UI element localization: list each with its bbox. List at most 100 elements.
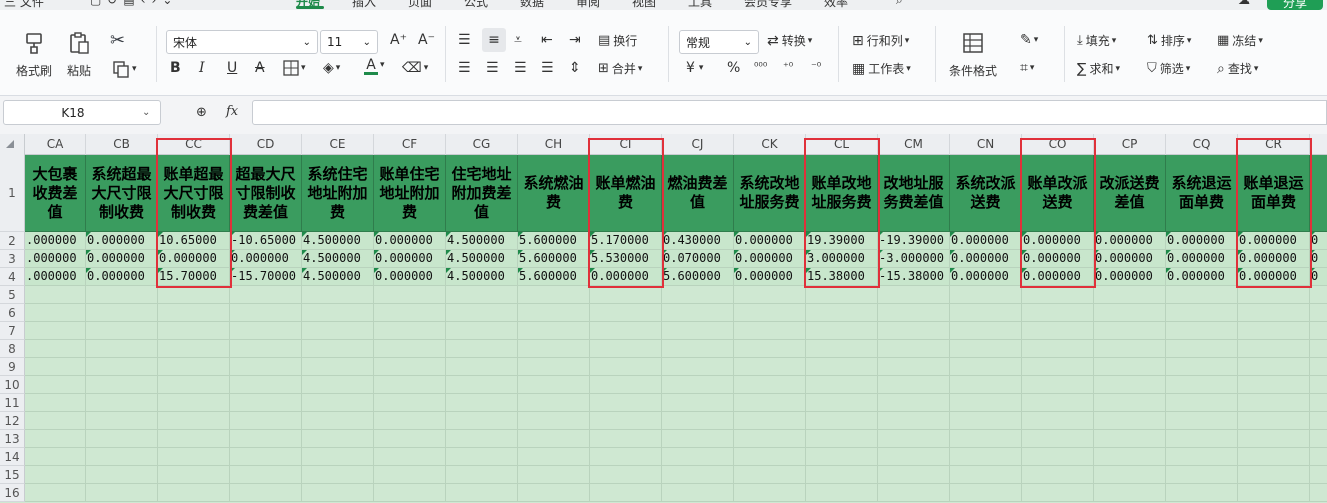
empty-cell[interactable] — [302, 358, 374, 376]
column-header-cl[interactable]: CL — [806, 134, 878, 155]
empty-cell[interactable] — [806, 484, 878, 502]
empty-cell[interactable] — [1166, 358, 1238, 376]
empty-cell[interactable] — [1094, 394, 1166, 412]
column-header-cp[interactable]: CP — [1094, 134, 1166, 155]
number-format-select[interactable]: 常规 ⌄ — [679, 30, 759, 54]
empty-cell[interactable] — [1094, 430, 1166, 448]
empty-cell[interactable] — [446, 466, 518, 484]
header-cell-ck[interactable]: 系统改地址服务费 — [734, 155, 806, 232]
data-cell[interactable]: 0.000000 — [1094, 250, 1166, 268]
empty-cell[interactable] — [950, 376, 1022, 394]
empty-cell[interactable] — [1310, 412, 1327, 430]
column-header-cs[interactable]: CS — [1310, 134, 1327, 155]
data-cell[interactable]: 0.000000 — [1238, 232, 1310, 250]
empty-cell[interactable] — [374, 430, 446, 448]
empty-cell[interactable] — [1166, 340, 1238, 358]
header-cell-cs[interactable] — [1310, 155, 1327, 232]
empty-cell[interactable] — [374, 466, 446, 484]
empty-cell[interactable] — [1166, 412, 1238, 430]
data-cell[interactable]: .000000 — [25, 268, 86, 286]
name-box[interactable]: K18 ⌄ — [3, 100, 161, 125]
empty-cell[interactable] — [806, 340, 878, 358]
data-cell[interactable]: 0.430000 — [662, 232, 734, 250]
empty-cell[interactable] — [590, 376, 662, 394]
find-button[interactable]: ⌕ 查找 ▾ — [1217, 60, 1258, 77]
header-cell-cd[interactable]: 超最大尺寸限制收费差值 — [230, 155, 302, 232]
empty-cell[interactable] — [302, 394, 374, 412]
empty-cell[interactable] — [446, 304, 518, 322]
cut-button[interactable]: ✂ — [110, 30, 125, 51]
empty-cell[interactable] — [1094, 466, 1166, 484]
data-cell[interactable]: 0.000000 — [734, 268, 806, 286]
rows-cols-button[interactable]: ⊞ 行和列 ▾ — [852, 32, 909, 49]
empty-cell[interactable] — [1238, 412, 1310, 430]
row-header-13[interactable]: 13 — [0, 430, 25, 448]
conditional-format-button[interactable]: 条件格式 — [949, 30, 997, 79]
column-header-ca[interactable]: CA — [25, 134, 86, 155]
empty-cell[interactable] — [446, 322, 518, 340]
empty-cell[interactable] — [25, 304, 86, 322]
empty-cell[interactable] — [950, 322, 1022, 340]
empty-cell[interactable] — [86, 430, 158, 448]
empty-cell[interactable] — [1022, 466, 1094, 484]
row-header-12[interactable]: 12 — [0, 412, 25, 430]
empty-cell[interactable] — [590, 484, 662, 502]
align-right-button[interactable]: ☰ — [514, 60, 527, 76]
empty-cell[interactable] — [662, 394, 734, 412]
empty-cell[interactable] — [1310, 466, 1327, 484]
thousands-button[interactable]: ⁰⁰⁰ — [754, 60, 767, 73]
empty-cell[interactable] — [878, 412, 950, 430]
data-cell[interactable]: 0.070000 — [662, 250, 734, 268]
data-cell[interactable]: 19.39000 — [806, 232, 878, 250]
header-cell-co[interactable]: 账单改派送费 — [1022, 155, 1094, 232]
empty-cell[interactable] — [158, 430, 230, 448]
empty-cell[interactable] — [302, 304, 374, 322]
sum-button[interactable]: ∑ 求和 ▾ — [1077, 60, 1120, 77]
data-cell[interactable]: 0.000000 — [374, 250, 446, 268]
row-header-14[interactable]: 14 — [0, 448, 25, 466]
empty-cell[interactable] — [86, 448, 158, 466]
empty-cell[interactable] — [806, 304, 878, 322]
empty-cell[interactable] — [446, 394, 518, 412]
data-cell[interactable]: 0 — [1310, 250, 1327, 268]
empty-cell[interactable] — [230, 340, 302, 358]
empty-cell[interactable] — [734, 358, 806, 376]
empty-cell[interactable] — [86, 484, 158, 502]
empty-cell[interactable] — [878, 466, 950, 484]
empty-cell[interactable] — [25, 376, 86, 394]
filter-button[interactable]: ⛉ 筛选 ▾ — [1147, 60, 1190, 77]
empty-cell[interactable] — [734, 286, 806, 304]
column-header-co[interactable]: CO — [1022, 134, 1094, 155]
empty-cell[interactable] — [950, 394, 1022, 412]
column-header-cc[interactable]: CC — [158, 134, 230, 155]
data-cell[interactable]: 5.600000 — [662, 268, 734, 286]
empty-cell[interactable] — [662, 448, 734, 466]
empty-cell[interactable] — [590, 340, 662, 358]
header-cell-ce[interactable]: 系统住宅地址附加费 — [302, 155, 374, 232]
empty-cell[interactable] — [518, 448, 590, 466]
empty-cell[interactable] — [158, 322, 230, 340]
column-header-cn[interactable]: CN — [950, 134, 1022, 155]
empty-cell[interactable] — [1238, 448, 1310, 466]
empty-cell[interactable] — [230, 412, 302, 430]
empty-cell[interactable] — [950, 448, 1022, 466]
header-cell-cf[interactable]: 账单住宅地址附加费 — [374, 155, 446, 232]
data-cell[interactable]: 10.65000 — [158, 232, 230, 250]
empty-cell[interactable] — [518, 394, 590, 412]
tab-tools[interactable]: 工具 — [688, 0, 712, 10]
empty-cell[interactable] — [1238, 304, 1310, 322]
empty-cell[interactable] — [302, 340, 374, 358]
empty-cell[interactable] — [1022, 412, 1094, 430]
empty-cell[interactable] — [86, 394, 158, 412]
tab-view[interactable]: 视图 — [632, 0, 656, 10]
column-header-cd[interactable]: CD — [230, 134, 302, 155]
empty-cell[interactable] — [25, 412, 86, 430]
empty-cell[interactable] — [1238, 484, 1310, 502]
align-left-button[interactable]: ☰ — [458, 60, 471, 76]
empty-cell[interactable] — [1238, 358, 1310, 376]
header-cell-ci[interactable]: 账单燃油费 — [590, 155, 662, 232]
data-cell[interactable]: 0 — [1310, 232, 1327, 250]
empty-cell[interactable] — [25, 358, 86, 376]
empty-cell[interactable] — [1022, 376, 1094, 394]
data-cell[interactable]: .000000 — [25, 250, 86, 268]
